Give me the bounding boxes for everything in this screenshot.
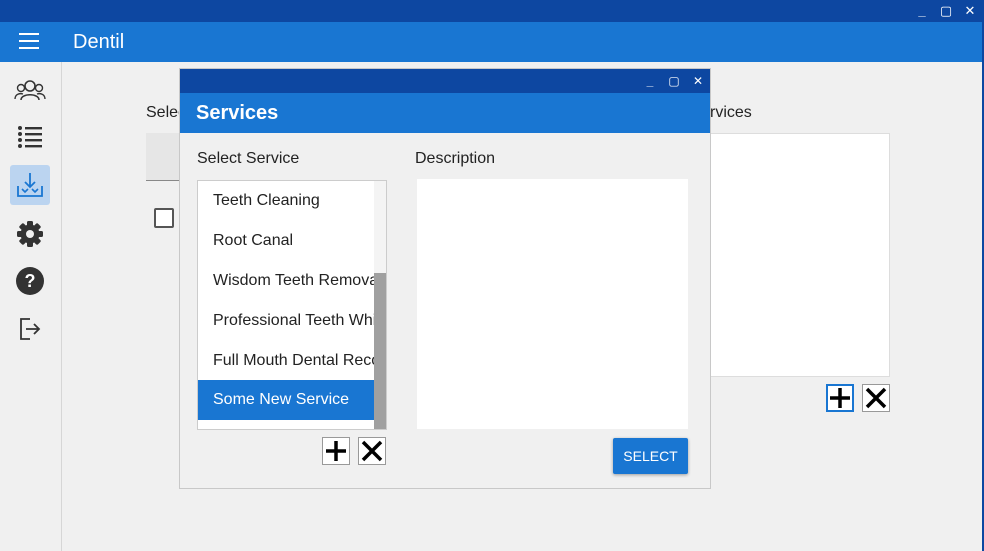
list-item[interactable]: Full Mouth Dental Reconstruction — [198, 341, 374, 381]
logout-icon — [20, 318, 41, 340]
services-dialog: _ ▢ ✕ Services Select Service Descriptio… — [179, 68, 711, 489]
background-services-box — [705, 133, 890, 377]
sidebar: ? — [0, 62, 62, 551]
dialog-header: Services — [180, 93, 710, 133]
background-add-button[interactable] — [826, 384, 854, 412]
add-service-button[interactable] — [322, 437, 350, 465]
dialog-minimize-icon[interactable]: _ — [641, 72, 659, 90]
list-item[interactable]: Teeth Cleaning — [198, 181, 374, 221]
close-x-icon — [361, 440, 383, 462]
list-item[interactable]: Professional Teeth Whitening — [198, 301, 374, 341]
service-list-scrollbar[interactable] — [374, 181, 386, 429]
dialog-close-icon[interactable]: ✕ — [689, 72, 707, 90]
select-service-label: Select Service — [197, 150, 300, 167]
window-titlebar: _ ▢ ✕ — [0, 0, 984, 22]
dialog-title: Services — [196, 102, 279, 124]
scrollbar-thumb[interactable] — [374, 273, 386, 429]
close-icon[interactable]: ✕ — [960, 2, 980, 20]
list-item-selected[interactable]: Some New Service — [198, 380, 374, 420]
sidebar-item-list[interactable] — [10, 117, 50, 157]
sidebar-item-settings[interactable] — [10, 214, 50, 254]
gear-icon — [17, 221, 43, 247]
app-header: Dentil — [0, 22, 982, 62]
dialog-titlebar: _ ▢ ✕ — [180, 69, 710, 93]
sidebar-item-services[interactable] — [10, 165, 50, 205]
maximize-icon[interactable]: ▢ — [936, 2, 956, 20]
list-icon — [18, 126, 42, 148]
plus-icon — [830, 388, 850, 408]
users-icon — [14, 80, 46, 101]
description-label: Description — [415, 150, 496, 167]
app-title: Dentil — [73, 31, 125, 53]
delete-service-button[interactable] — [358, 437, 386, 465]
select-button[interactable]: SELECT — [613, 438, 688, 474]
hamburger-menu-icon[interactable] — [19, 33, 39, 51]
minimize-icon[interactable]: _ — [912, 2, 932, 20]
dialog-maximize-icon[interactable]: ▢ — [665, 72, 683, 90]
background-services-label: rvices — [710, 104, 752, 121]
sidebar-item-logout[interactable] — [10, 309, 50, 349]
list-item[interactable]: Root Canal — [198, 221, 374, 261]
download-tray-icon — [17, 173, 43, 197]
sidebar-item-help[interactable]: ? — [10, 261, 50, 301]
plus-icon — [326, 441, 346, 461]
description-field[interactable] — [417, 179, 688, 429]
list-item[interactable]: Wisdom Teeth Removal — [198, 261, 374, 301]
svg-text:?: ? — [25, 271, 36, 291]
background-checkbox[interactable] — [154, 208, 174, 228]
background-delete-button[interactable] — [862, 384, 890, 412]
close-x-icon — [865, 387, 887, 409]
sidebar-item-users[interactable] — [10, 71, 50, 111]
help-icon: ? — [16, 267, 44, 295]
service-list[interactable]: Teeth Cleaning Root Canal Wisdom Teeth R… — [197, 180, 387, 430]
